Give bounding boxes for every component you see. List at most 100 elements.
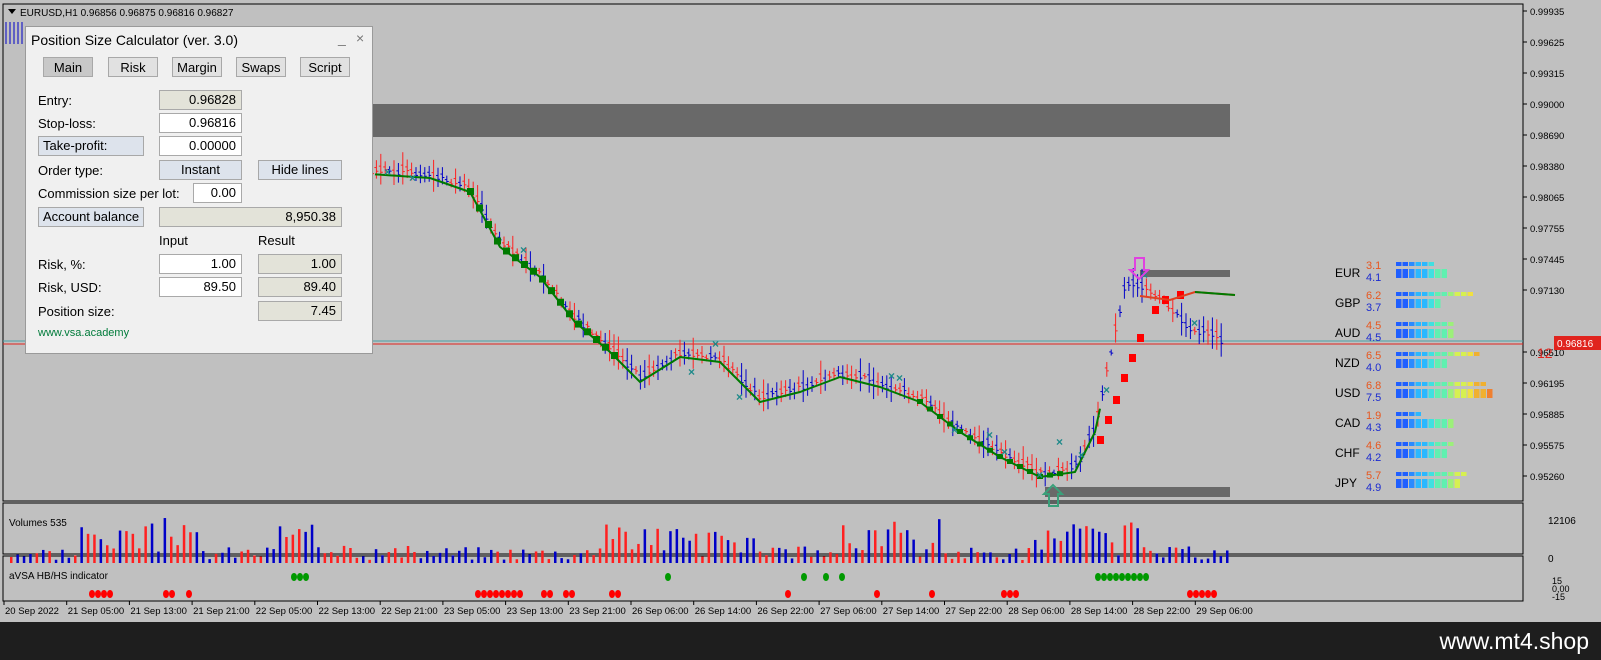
strength-bar-2 (1441, 419, 1447, 428)
volume-bar (1219, 556, 1223, 563)
strength-bar-2 (1422, 359, 1428, 368)
volume-bar (675, 529, 679, 563)
strength-bar-2 (1415, 269, 1421, 278)
strength-bar-1 (1415, 322, 1421, 326)
website-link[interactable]: www.vsa.academy (38, 327, 129, 339)
risk-pct-input[interactable]: 1.00 (159, 254, 242, 274)
strength-bar-2 (1402, 299, 1408, 308)
volume-bar (483, 557, 487, 563)
calculator-titlebar[interactable]: Position Size Calculator (ver. 3.0) _ × (26, 27, 372, 51)
stoploss-field[interactable]: 0.96816 (159, 113, 242, 133)
strength-bar-1 (1402, 292, 1408, 296)
order-type-button[interactable]: Instant (159, 160, 242, 180)
volume-bar (1053, 538, 1056, 563)
commission-field[interactable]: 0.00 (193, 183, 242, 203)
volume-bar (86, 533, 90, 563)
volume-bar (1155, 553, 1159, 563)
strength-bar-1 (1409, 262, 1415, 266)
hs-dot (1205, 590, 1211, 598)
volume-bar (413, 552, 416, 563)
strength-bar-2 (1402, 419, 1408, 428)
time-tick-label: 23 Sep 13:00 (507, 606, 564, 617)
hb-dot (297, 573, 303, 581)
hb-dot (1137, 573, 1143, 581)
volume-bar (854, 548, 858, 563)
minimize-button[interactable]: _ (338, 30, 346, 46)
account-balance-button[interactable]: Account balance (38, 207, 144, 227)
hide-lines-button[interactable]: Hide lines (258, 160, 342, 180)
tab-margin[interactable]: Margin (172, 57, 222, 77)
strength-bar-1 (1409, 472, 1415, 476)
volume-bar (368, 559, 371, 563)
volume-bar (560, 558, 563, 563)
hs-dot (1199, 590, 1205, 598)
volume-bar (406, 546, 410, 563)
volume-bar (150, 523, 154, 563)
strength-bar-2 (1474, 389, 1480, 398)
volume-bar (861, 550, 864, 563)
position-size-calculator[interactable]: Position Size Calculator (ver. 3.0) _ × … (25, 26, 373, 354)
hs-dot (547, 590, 553, 598)
hs-dot (89, 590, 95, 598)
strength-bar-1 (1435, 442, 1441, 446)
strength-bar-1 (1454, 472, 1460, 476)
ma-step (530, 267, 537, 275)
time-tick-label: 28 Sep 14:00 (1071, 606, 1128, 617)
hb-dot (1107, 573, 1113, 581)
volume-bar (278, 526, 282, 563)
take-profit-button[interactable]: Take-profit: (38, 136, 144, 156)
hb-dot (291, 573, 297, 581)
strength-bar-2 (1480, 389, 1486, 398)
strength-bar-1 (1467, 352, 1473, 356)
volume-bar (438, 552, 442, 563)
tab-swaps[interactable]: Swaps (236, 57, 286, 77)
tab-risk[interactable]: Risk (108, 57, 158, 77)
strength-bar-1 (1448, 382, 1454, 386)
volume-bar (746, 537, 749, 563)
chart-area[interactable]: × × × × × × × × × × × × × × × × × 0.99935 0.99625 0.99315 0… (0, 0, 1601, 622)
strength-bar-1 (1448, 472, 1454, 476)
ma-step (1007, 459, 1013, 464)
volume-bar (1091, 528, 1095, 563)
currency-name: USD (1335, 386, 1361, 400)
tab-main[interactable]: Main (43, 57, 93, 77)
currency-name: JPY (1335, 476, 1357, 490)
price-tick-label: 0.97755 (1530, 224, 1564, 235)
ma-step (927, 406, 933, 412)
price-tick-label: 0.99935 (1530, 7, 1564, 18)
ma-step (494, 237, 501, 245)
strength-bar-1 (1422, 322, 1428, 326)
strength-bar-2 (1428, 359, 1434, 368)
symbol-header: EURUSD,H1 0.96856 0.96875 0.96816 0.9682… (20, 8, 234, 19)
volume-bar (234, 557, 237, 563)
volume-bar (656, 528, 659, 563)
volume-bar (1046, 530, 1050, 563)
position-size-label: Position size: (38, 304, 115, 319)
hb-dot (839, 573, 845, 581)
strength-bar-2 (1428, 269, 1434, 278)
x-marker-icon: × (1001, 445, 1008, 459)
hs-dot (505, 590, 511, 598)
strength-bar-2 (1435, 269, 1441, 278)
strength-bar-1 (1428, 322, 1434, 326)
result-header: Result (258, 233, 295, 248)
price-tick-label: 0.99315 (1530, 69, 1564, 80)
price-tick-label: 0.96195 (1530, 379, 1564, 390)
time-tick-label: 27 Sep 22:00 (946, 606, 1003, 617)
hs-dot (101, 590, 107, 598)
strength-bar-2 (1435, 329, 1441, 338)
take-profit-field[interactable]: 0.00000 (159, 136, 242, 156)
strength-bar-2 (1409, 269, 1415, 278)
close-button[interactable]: × (356, 30, 364, 46)
volume-bar (803, 546, 807, 563)
strength-bar-2 (1428, 329, 1434, 338)
volume-bar (752, 538, 755, 563)
hs-dot (186, 590, 192, 598)
tab-script[interactable]: Script (300, 57, 350, 77)
volume-bar (938, 519, 941, 563)
risk-usd-input[interactable]: 89.50 (159, 277, 242, 297)
volume-bar (16, 554, 19, 563)
strength-bar-2 (1441, 389, 1447, 398)
volume-bar (1149, 550, 1152, 563)
strength-bar-2 (1409, 329, 1415, 338)
